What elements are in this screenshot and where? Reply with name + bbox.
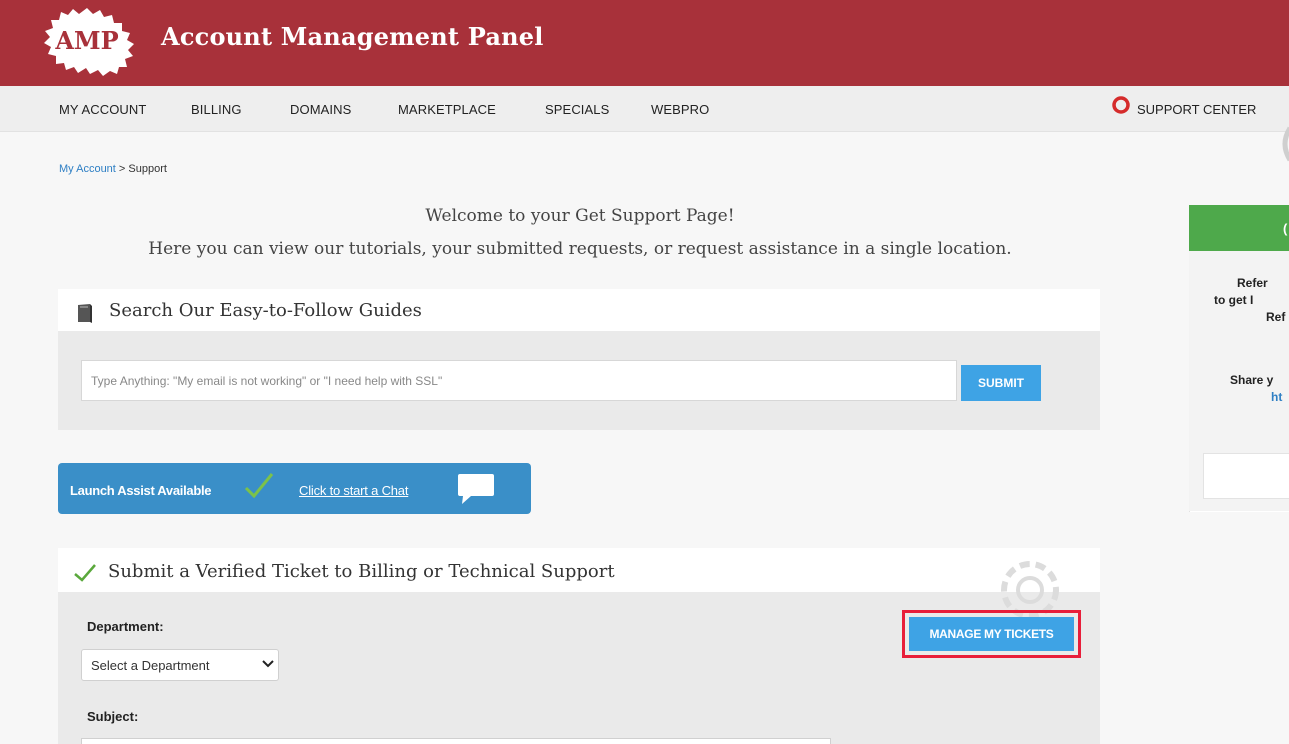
subject-input[interactable] [81, 738, 831, 744]
search-submit-button[interactable]: SUBMIT [961, 365, 1041, 401]
start-chat-link[interactable]: Click to start a Chat [299, 483, 408, 498]
department-select[interactable]: Select a Department [81, 649, 279, 681]
book-icon [78, 304, 92, 323]
lifebuoy-icon[interactable] [1112, 96, 1130, 114]
chevron-down-icon [262, 660, 274, 668]
referral-widget-header-text: ( [1283, 221, 1288, 236]
referral-text-line: Ref [1266, 310, 1286, 324]
ticket-panel-title: Submit a Verified Ticket to Billing or T… [108, 561, 615, 582]
nav-item-webpro[interactable]: WEBPRO [651, 102, 709, 117]
welcome-subheading: Here you can view our tutorials, your su… [148, 239, 1012, 259]
nav-item-billing[interactable]: BILLING [191, 102, 242, 117]
nav-item-my-account[interactable]: MY ACCOUNT [59, 102, 146, 117]
manage-my-tickets-button[interactable]: MANAGE MY TICKETS [909, 617, 1074, 651]
breadcrumb-my-account[interactable]: My Account [59, 163, 116, 175]
nav-item-domains[interactable]: DOMAINS [290, 102, 351, 117]
referral-text-line: to get I [1214, 293, 1254, 307]
speech-bubble-icon[interactable] [457, 473, 495, 505]
referral-link-box[interactable] [1203, 453, 1289, 499]
support-center-link[interactable]: SUPPORT CENTER [1137, 102, 1256, 117]
app-title: Account Management Panel [161, 22, 544, 51]
decorative-arc [1282, 126, 1289, 162]
breadcrumb-separator: > [115, 163, 129, 175]
checkmark-icon [74, 564, 96, 582]
department-label: Department: [87, 619, 164, 634]
checkmark-icon [244, 473, 274, 499]
nav-item-marketplace[interactable]: MARKETPLACE [398, 102, 496, 117]
referral-widget-header [1189, 205, 1289, 251]
referral-link[interactable]: ht [1271, 390, 1282, 404]
guides-title: Search Our Easy-to-Follow Guides [109, 300, 422, 321]
subject-label: Subject: [87, 709, 139, 724]
chat-availability-text: Launch Assist Available [70, 483, 212, 498]
breadcrumb-current: Support [128, 163, 167, 175]
referral-text-line: Refer [1237, 276, 1268, 290]
nav-item-specials[interactable]: SPECIALS [545, 102, 609, 117]
department-selected-value: Select a Department [91, 658, 210, 673]
referral-text-line: Share y [1230, 373, 1274, 387]
amp-logo[interactable]: AMP [36, 6, 138, 76]
breadcrumb: My Account > Support [59, 163, 167, 175]
guides-search-input[interactable] [81, 360, 957, 401]
logo-text: AMP [54, 26, 118, 55]
welcome-heading: Welcome to your Get Support Page! [425, 206, 735, 226]
